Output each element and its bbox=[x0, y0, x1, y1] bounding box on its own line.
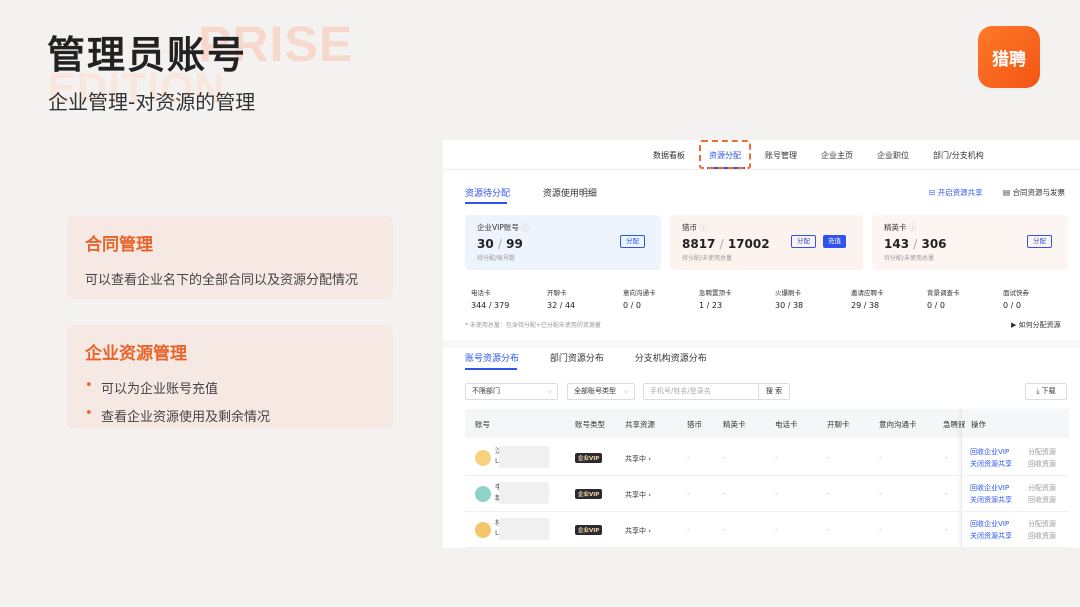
footnote: * 未使用总量：包含待分配+已分配未使用的资源量 bbox=[465, 322, 601, 329]
enable-sharing-link[interactable]: ⊟ 开启资源共享 bbox=[929, 187, 983, 198]
small-resource: 邀请应聘卡 29 / 38 bbox=[851, 289, 884, 310]
card-heading: 企业资源管理 bbox=[85, 344, 187, 364]
share-status[interactable]: 共享中 › bbox=[625, 526, 651, 536]
chevron-down-icon: ⌵ bbox=[623, 387, 629, 395]
nav-company-home[interactable]: 企业主页 bbox=[821, 150, 853, 161]
section-divider bbox=[443, 340, 1080, 348]
close-sharing-link[interactable]: 关闭资源共享 bbox=[970, 495, 1012, 505]
chevron-right-icon: › bbox=[648, 455, 652, 463]
small-resource: 火爆刷卡 30 / 38 bbox=[775, 289, 804, 310]
page-subtitle: 企业管理-对资源的管理 bbox=[48, 90, 256, 114]
vip-badge: 企业VIP bbox=[575, 525, 603, 535]
tab-usage-detail[interactable]: 资源使用明细 bbox=[543, 189, 597, 199]
tab-department-distribution[interactable]: 部门资源分布 bbox=[550, 354, 604, 364]
revoke-vip-link[interactable]: 回收企业VIP bbox=[970, 447, 1009, 457]
download-button[interactable]: ⤓ 下载 bbox=[1025, 383, 1067, 400]
tab-indicator bbox=[465, 368, 517, 370]
chevron-right-icon: › bbox=[648, 491, 652, 499]
table-row: 沈 L 企业VIP 共享中 › - - - - - - 回收企业VIP 关闭资源… bbox=[465, 440, 1069, 476]
small-resource: 意向沟通卡 0 / 0 bbox=[623, 289, 656, 310]
nav-departments[interactable]: 部门/分支机构 bbox=[933, 150, 984, 161]
info-icon: ⓘ bbox=[699, 223, 707, 232]
vip-account-card: 企业VIP账号 ⓘ 30 / 99 待分配/账号数 分配 bbox=[465, 215, 661, 270]
liepin-logo: 猎聘 bbox=[978, 26, 1040, 88]
redacted-name bbox=[499, 446, 549, 468]
highlight-box bbox=[699, 140, 751, 169]
allocate-button[interactable]: 分配 bbox=[1027, 235, 1052, 248]
revoke-vip-link[interactable]: 回收企业VIP bbox=[970, 483, 1009, 493]
allocate-button[interactable]: 分配 bbox=[620, 235, 645, 248]
play-icon: ▶ bbox=[1011, 321, 1017, 329]
elite-card: 精英卡 ⓘ 143 / 306 待分配/未使用总量 分配 bbox=[872, 215, 1068, 270]
close-sharing-link[interactable]: 关闭资源共享 bbox=[970, 459, 1012, 469]
document-icon: ▤ bbox=[1003, 188, 1011, 197]
vip-badge: 企业VIP bbox=[575, 489, 603, 499]
small-resource: 急聘置顶卡 1 / 23 bbox=[699, 289, 732, 310]
contract-invoice-link[interactable]: ▤ 合同资源与发票 bbox=[1003, 187, 1065, 198]
vip-badge: 企业VIP bbox=[575, 453, 603, 463]
account-type-select[interactable]: 全部账号类型 ⌵ bbox=[567, 383, 635, 400]
page-title: 管理员账号 bbox=[47, 33, 248, 77]
chevron-right-icon: › bbox=[648, 527, 652, 535]
redacted-name bbox=[499, 482, 549, 504]
share-icon: ⊟ bbox=[929, 188, 936, 197]
howto-link[interactable]: ▶ 如何分配资源 bbox=[1011, 320, 1061, 330]
reclaim-resource-link[interactable]: 回收资源 bbox=[1028, 495, 1056, 505]
info-icon: ⓘ bbox=[908, 223, 917, 232]
nav-company-jobs[interactable]: 企业职位 bbox=[877, 150, 909, 161]
tab-account-distribution[interactable]: 账号资源分布 bbox=[465, 354, 519, 364]
info-icon: ⓘ bbox=[521, 223, 529, 232]
small-resource: 面试快券 0 / 0 bbox=[1003, 289, 1029, 310]
table-row: 林 L 企业VIP 共享中 › - - - - - - 回收企业VIP 关闭资源… bbox=[465, 512, 1069, 548]
small-resource: 开聊卡 32 / 44 bbox=[547, 289, 576, 310]
chevron-down-icon: ⌵ bbox=[546, 387, 552, 395]
nav-account-management[interactable]: 账号管理 bbox=[765, 150, 797, 161]
app-screenshot: 数据看板 资源分配 账号管理 企业主页 企业职位 部门/分支机构 资源待分配 资… bbox=[443, 140, 1080, 548]
download-icon: ⤓ bbox=[1036, 387, 1040, 395]
tab-branch-distribution[interactable]: 分支机构资源分布 bbox=[635, 354, 707, 364]
resource-card: 企业资源管理 可以为企业账号充值 查看企业资源使用及剩余情况 bbox=[67, 325, 393, 429]
bullet-item: 查看企业资源使用及剩余情况 bbox=[85, 406, 375, 425]
allocate-resource-link[interactable]: 分配资源 bbox=[1028, 519, 1056, 529]
avatar bbox=[475, 450, 491, 466]
card-heading: 合同管理 bbox=[85, 235, 153, 255]
card-text: 可以查看企业名下的全部合同以及资源分配情况 bbox=[85, 273, 359, 288]
allocate-resource-link[interactable]: 分配资源 bbox=[1028, 447, 1056, 457]
small-resource: 背景调查卡 0 / 0 bbox=[927, 289, 960, 310]
bullet-item: 可以为企业账号充值 bbox=[85, 378, 375, 397]
share-status[interactable]: 共享中 › bbox=[625, 490, 651, 500]
revoke-vip-link[interactable]: 回收企业VIP bbox=[970, 519, 1009, 529]
allocate-button[interactable]: 分配 bbox=[791, 235, 816, 248]
small-resource: 电话卡 344 / 379 bbox=[471, 289, 510, 310]
allocate-resource-link[interactable]: 分配资源 bbox=[1028, 483, 1056, 493]
search-button[interactable]: 搜 索 bbox=[759, 383, 790, 400]
coin-card: 猎币 ⓘ 8817 / 17002 待分配/未使用总量 分配 充值 bbox=[670, 215, 863, 270]
search-input[interactable]: 手机号/姓名/登录名 bbox=[643, 383, 759, 400]
contract-card: 合同管理 可以查看企业名下的全部合同以及资源分配情况 bbox=[67, 216, 393, 299]
tab-pending[interactable]: 资源待分配 bbox=[465, 189, 510, 199]
recharge-button[interactable]: 充值 bbox=[823, 235, 846, 248]
reclaim-resource-link[interactable]: 回收资源 bbox=[1028, 459, 1056, 469]
avatar bbox=[475, 522, 491, 538]
nav-dashboard[interactable]: 数据看板 bbox=[653, 150, 685, 161]
reclaim-resource-link[interactable]: 回收资源 bbox=[1028, 531, 1056, 541]
redacted-name bbox=[499, 518, 549, 540]
share-status[interactable]: 共享中 › bbox=[625, 454, 651, 464]
top-nav: 数据看板 资源分配 账号管理 企业主页 企业职位 部门/分支机构 bbox=[443, 140, 1080, 170]
table-row: 李 新 企业VIP 共享中 › - - - - - - 回收企业VIP 关闭资源… bbox=[465, 476, 1069, 512]
close-sharing-link[interactable]: 关闭资源共享 bbox=[970, 531, 1012, 541]
tab-indicator bbox=[465, 202, 507, 204]
avatar bbox=[475, 486, 491, 502]
department-select[interactable]: 不限部门 ⌵ bbox=[465, 383, 558, 400]
